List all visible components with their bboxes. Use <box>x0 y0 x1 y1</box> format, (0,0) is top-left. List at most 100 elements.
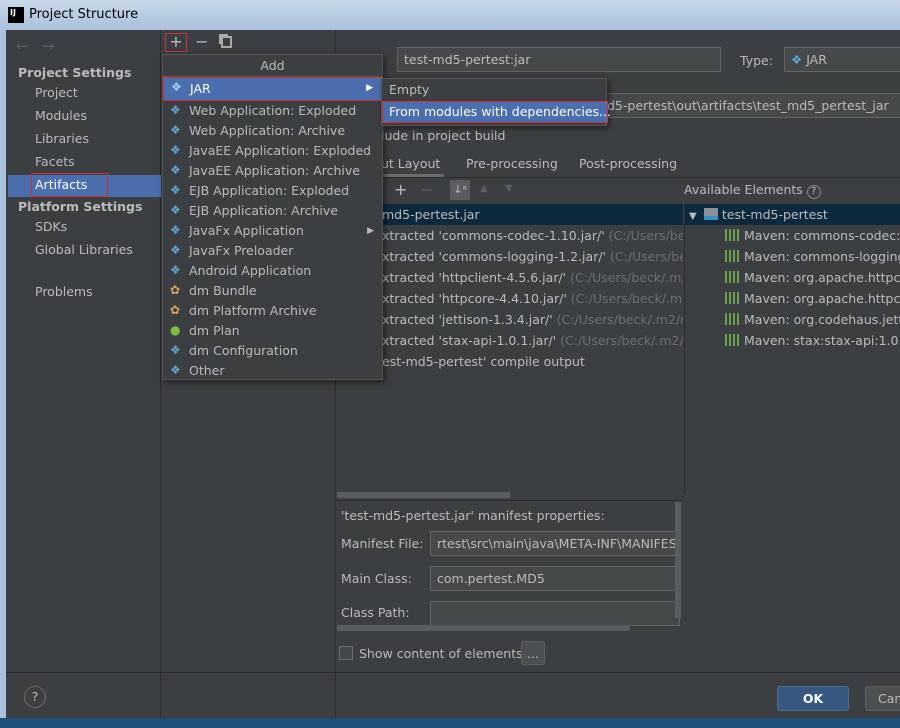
type-select[interactable]: ❖ JAR <box>784 47 900 72</box>
help-button[interactable]: ? <box>24 686 46 708</box>
menu-item-from-modules[interactable]: From modules with dependencies... <box>382 101 611 123</box>
artifact-name-input[interactable]: test-md5-pertest:jar <box>397 47 721 72</box>
sidebar-item-libraries[interactable]: Libraries <box>35 128 89 150</box>
menu-item-label: Web Application: Archive <box>189 123 346 138</box>
back-arrow-icon[interactable]: ← <box>16 37 29 55</box>
tree-row-path: (C:/Users/beck/ <box>608 228 683 243</box>
class-path-input[interactable] <box>430 601 680 626</box>
other-icon: ❖ <box>170 363 181 377</box>
output-directory-input[interactable]: d5-pertest\out\artifacts\test_md5_pertes… <box>600 93 900 118</box>
tree-row[interactable]: xtracted 'stax-api-1.0.1.jar/' (C:/Users… <box>336 330 683 351</box>
tree-row[interactable]: Maven: org.codehaus.jettiso <box>685 309 900 330</box>
menu-item-label: JavaFx Application <box>189 223 304 238</box>
menu-item-label: JavaEE Application: Archive <box>189 163 360 178</box>
tree-row[interactable]: xtracted 'commons-codec-1.10.jar/' (C:/U… <box>336 225 683 246</box>
tree-row[interactable]: xtracted 'commons-logging-1.2.jar/' (C:/… <box>336 246 683 267</box>
copy-icon[interactable] <box>221 36 232 48</box>
tree-row[interactable]: xtracted 'httpclient-4.5.6.jar/' (C:/Use… <box>336 267 683 288</box>
menu-item-other[interactable]: ❖ Other <box>163 361 382 381</box>
sidebar-item-project[interactable]: Project <box>35 82 78 104</box>
tab-output-layout[interactable]: ut Layout <box>381 156 440 171</box>
sidebar-item-modules[interactable]: Modules <box>35 105 87 127</box>
web-icon: ❖ <box>170 103 181 117</box>
sidebar-item-artifacts[interactable]: Artifacts <box>31 173 108 197</box>
menu-item-javafx-application[interactable]: ❖ JavaFx Application ▶ <box>163 221 382 241</box>
menu-item-web-exploded[interactable]: ❖ Web Application: Exploded <box>163 101 382 121</box>
manifest-file-input[interactable]: rtest\src\main\java\META-INF\MANIFEST. <box>430 531 680 556</box>
menu-item-android-application[interactable]: ❖ Android Application <box>163 261 382 281</box>
sort-icon[interactable]: ↓ᵃ <box>450 180 470 200</box>
menu-item-label: dm Bundle <box>189 283 257 298</box>
menu-item-javaee-exploded[interactable]: ❖ JavaEE Application: Exploded <box>163 141 382 161</box>
add-menu-header: Add <box>163 55 382 77</box>
tree-row-path: (C:/Users/beck/.m2/repc <box>556 312 683 327</box>
menu-item-empty[interactable]: Empty <box>382 79 606 101</box>
tree-row[interactable]: xtracted 'httpcore-4.4.10.jar/' (C:/User… <box>336 288 683 309</box>
menu-item-label: JavaFx Preloader <box>189 243 294 258</box>
menu-item-dm-configuration[interactable]: ❖ dm Configuration <box>163 341 382 361</box>
class-path-label: Class Path: <box>341 605 410 620</box>
jar-icon: ❖ <box>791 52 807 67</box>
menu-item-dm-platform-archive[interactable]: ✿ dm Platform Archive <box>163 301 382 321</box>
tree-row-label: xtracted 'jettison-1.3.4.jar/' <box>382 312 553 327</box>
menu-item-web-archive[interactable]: ❖ Web Application: Archive <box>163 121 382 141</box>
menu-item-dm-bundle[interactable]: ✿ dm Bundle <box>163 281 382 301</box>
sidebar-item-facets[interactable]: Facets <box>35 151 75 173</box>
manifest-file-label: Manifest File: <box>341 536 424 551</box>
tab-pre-processing[interactable]: Pre-processing <box>466 156 558 171</box>
library-icon <box>725 229 739 241</box>
tree-row-label: xtracted 'httpclient-4.5.6.jar/' <box>382 270 567 285</box>
horizontal-scrollbar[interactable] <box>337 492 510 498</box>
tree-row[interactable]: est-md5-pertest' compile output <box>336 351 683 372</box>
show-content-options-button[interactable]: ... <box>521 641 545 665</box>
android-icon: ❖ <box>170 263 181 277</box>
menu-item-jar[interactable]: ❖ JAR ▶ <box>163 77 382 101</box>
tree-row-label: xtracted 'commons-codec-1.10.jar/' <box>382 228 605 243</box>
tree-row[interactable]: Maven: commons-logging: <box>685 246 900 267</box>
remove-element-button[interactable]: − <box>420 180 433 199</box>
menu-item-label: JavaEE Application: Exploded <box>189 143 372 158</box>
tree-root[interactable]: ▼ test-md5-pertest <box>685 204 900 225</box>
tree-row[interactable]: md5-pertest.jar <box>336 204 683 225</box>
tree-row-path: (C:/Users/beck/.m2/rep <box>570 270 683 285</box>
sidebar-item-global-libraries[interactable]: Global Libraries <box>35 239 133 261</box>
forward-arrow-icon[interactable]: → <box>42 37 55 55</box>
show-content-label: Show content of elements <box>359 646 523 661</box>
show-content-checkbox[interactable] <box>339 646 353 660</box>
tree-row-label: xtracted 'commons-logging-1.2.jar/' <box>382 249 606 264</box>
manifest-title: 'test-md5-pertest.jar' manifest properti… <box>341 508 605 523</box>
menu-item-dm-plan[interactable]: ● dm Plan <box>163 321 382 341</box>
divider <box>336 177 900 178</box>
help-icon[interactable]: ? <box>806 185 821 199</box>
add-artifact-button[interactable]: + <box>165 33 187 52</box>
remove-artifact-button[interactable]: − <box>195 32 208 51</box>
move-up-icon[interactable]: ▲ <box>480 183 488 194</box>
web-icon: ❖ <box>170 123 181 137</box>
menu-item-ejb-exploded[interactable]: ❖ EJB Application: Exploded <box>163 181 382 201</box>
tree-row-label: xtracted 'httpcore-4.4.10.jar/' <box>382 291 567 306</box>
menu-item-javaee-archive[interactable]: ❖ JavaEE Application: Archive <box>163 161 382 181</box>
tab-post-processing[interactable]: Post-processing <box>579 156 677 171</box>
tree-row[interactable]: xtracted 'jettison-1.3.4.jar/' (C:/Users… <box>336 309 683 330</box>
sidebar-item-sdks[interactable]: SDKs <box>35 216 67 238</box>
manifest-horizontal-scrollbar[interactable] <box>337 625 630 631</box>
tree-row[interactable]: Maven: stax:stax-api:1.0.1 <box>685 330 900 351</box>
submenu-arrow-icon: ▶ <box>366 83 373 93</box>
include-in-build-checkbox[interactable]: lude in project build <box>381 128 505 143</box>
tree-row[interactable]: Maven: org.apache.httpcom <box>685 288 900 309</box>
tree-row[interactable]: Maven: commons-codec:co <box>685 225 900 246</box>
menu-item-ejb-archive[interactable]: ❖ EJB Application: Archive <box>163 201 382 221</box>
cancel-button[interactable]: Can <box>865 686 900 711</box>
add-element-button[interactable]: + <box>394 180 407 199</box>
expand-icon[interactable]: ▼ <box>689 211 700 222</box>
type-label: Type: <box>740 53 773 68</box>
ok-button[interactable]: OK <box>777 686 849 711</box>
section-project-settings: Project Settings <box>18 65 132 80</box>
move-down-icon[interactable]: ▼ <box>505 183 513 194</box>
manifest-vertical-scrollbar[interactable] <box>675 502 681 618</box>
tree-row[interactable]: Maven: org.apache.httpcom <box>685 267 900 288</box>
sidebar-item-problems[interactable]: Problems <box>35 281 93 303</box>
menu-item-javafx-preloader[interactable]: ❖ JavaFx Preloader <box>163 241 382 261</box>
javafx-icon: ❖ <box>170 243 181 257</box>
main-class-input[interactable]: com.pertest.MD5 <box>430 566 680 591</box>
